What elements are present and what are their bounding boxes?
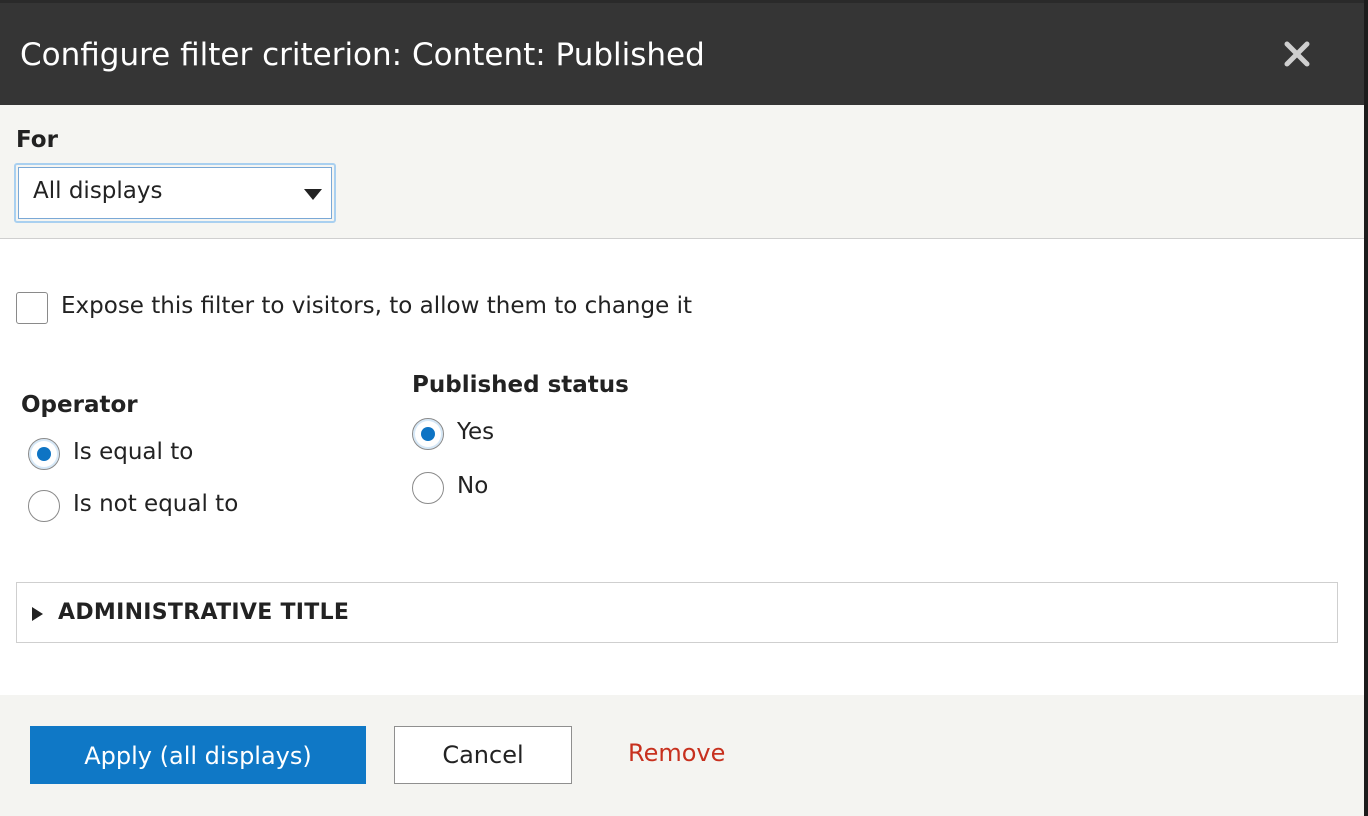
operator-option-label: Is equal to (73, 439, 194, 465)
published-status-option-label: Yes (457, 419, 495, 445)
expose-filter-label: Expose this filter to visitors, to allow… (61, 293, 692, 319)
close-button[interactable] (1278, 33, 1318, 73)
display-select-value: All displays (33, 178, 163, 204)
remove-link[interactable]: Remove (628, 739, 725, 767)
display-select-focus-ring: All displays (14, 163, 336, 223)
display-select[interactable]: All displays (18, 167, 332, 219)
for-section: For All displays (0, 105, 1364, 239)
published-status-radio-no[interactable] (412, 472, 444, 504)
dialog-footer: Apply (all displays) Cancel Remove (0, 695, 1364, 816)
dialog-title: Configure filter criterion: Content: Pub… (20, 37, 705, 73)
operator-heading: Operator (21, 392, 138, 418)
administrative-title-summary: ADMINISTRATIVE TITLE (58, 600, 350, 625)
operator-radio-is-equal-to[interactable] (28, 438, 60, 470)
cancel-button[interactable]: Cancel (394, 726, 572, 784)
close-icon (1284, 41, 1310, 67)
dialog-title-bar: Configure filter criterion: Content: Pub… (0, 0, 1364, 105)
administrative-title-details[interactable]: ADMINISTRATIVE TITLE (16, 582, 1338, 643)
operator-option-label: Is not equal to (73, 491, 239, 517)
published-status-radio-yes[interactable] (412, 418, 444, 450)
configure-filter-dialog: Configure filter criterion: Content: Pub… (0, 0, 1368, 816)
published-status-heading: Published status (412, 372, 629, 398)
expose-filter-checkbox[interactable] (16, 292, 48, 324)
apply-button[interactable]: Apply (all displays) (30, 726, 366, 784)
for-label: For (16, 127, 58, 153)
chevron-down-icon (304, 189, 322, 200)
operator-radio-is-not-equal-to[interactable] (28, 490, 60, 522)
published-status-option-label: No (457, 473, 489, 499)
triangle-right-icon (32, 607, 43, 621)
